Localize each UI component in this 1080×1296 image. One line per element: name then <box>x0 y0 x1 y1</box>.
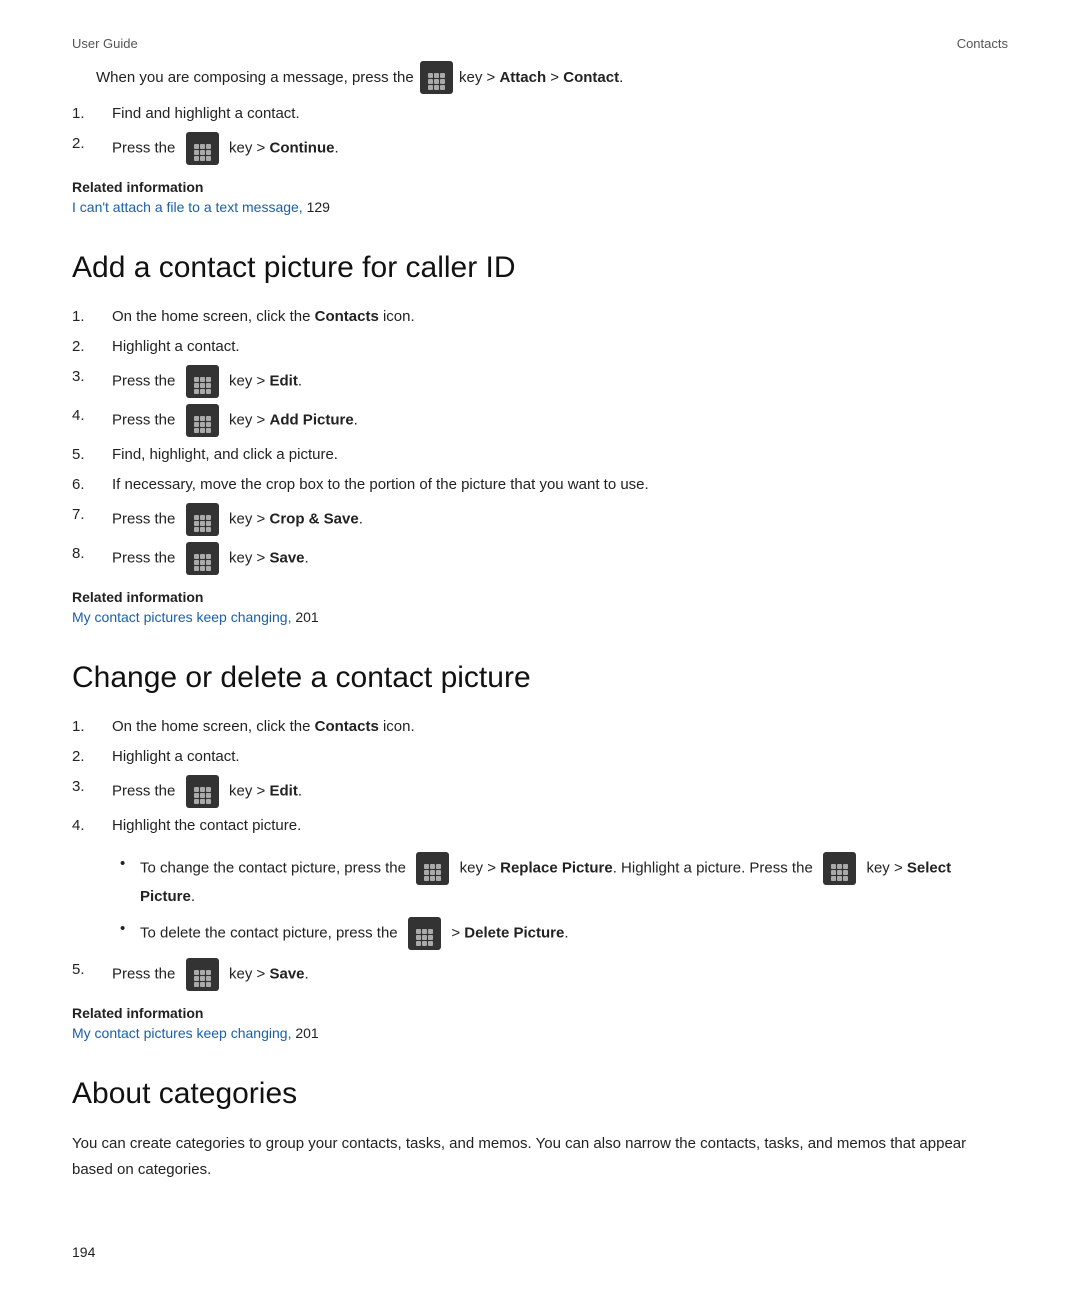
bb-key-icon <box>186 542 219 575</box>
bb-key-icon <box>186 775 219 808</box>
bb-key-icon <box>186 365 219 398</box>
page-header: User Guide Contacts <box>0 0 1080 61</box>
intro-step-0: When you are composing a message, press … <box>96 61 1008 94</box>
bb-key-icon <box>408 917 441 950</box>
section1-step-4: Press the key > Add Picture. <box>72 404 1008 437</box>
section2-list: On the home screen, click the Contacts i… <box>72 715 1008 838</box>
section2-step-3: Press the key > Edit. <box>72 775 1008 808</box>
related-info-1: Related information I can't attach a fil… <box>72 179 1008 216</box>
bb-key-icon <box>186 958 219 991</box>
section2-step5-list: Press the key > Save. <box>72 958 1008 991</box>
section2-bullet-1: To change the contact picture, press the… <box>120 852 1008 909</box>
section2-bullets: To change the contact picture, press the… <box>120 852 1008 950</box>
section1-step-5: Find, highlight, and click a picture. <box>72 443 1008 467</box>
related-link-1[interactable]: I can't attach a file to a text message, <box>72 199 303 215</box>
section1-step-7: Press the key > Crop & Save. <box>72 503 1008 536</box>
page-footer: 194 <box>72 1244 95 1260</box>
section2-step-5: Press the key > Save. <box>72 958 1008 991</box>
section3-title: About categories <box>72 1074 1008 1113</box>
page-number: 194 <box>72 1244 95 1260</box>
section1-title: Add a contact picture for caller ID <box>72 248 1008 287</box>
main-content: When you are composing a message, press … <box>0 61 1080 1252</box>
bb-key-icon <box>823 852 856 885</box>
bb-key-icon <box>186 404 219 437</box>
header-left: User Guide <box>72 36 138 51</box>
section1-step-3: Press the key > Edit. <box>72 365 1008 398</box>
bb-key-icon <box>416 852 449 885</box>
section1-step-8: Press the key > Save. <box>72 542 1008 575</box>
related-link-3[interactable]: My contact pictures keep changing, <box>72 1025 291 1041</box>
bb-key-icon <box>420 61 453 94</box>
bb-key-icon <box>186 132 219 165</box>
bb-key-icon <box>186 503 219 536</box>
section3-para: You can create categories to group your … <box>72 1131 1008 1182</box>
related-info-2: Related information My contact pictures … <box>72 589 1008 626</box>
section2-step-2: Highlight a contact. <box>72 745 1008 769</box>
header-right: Contacts <box>957 36 1008 51</box>
section2-title: Change or delete a contact picture <box>72 658 1008 697</box>
intro-step-1: Find and highlight a contact. <box>72 102 1008 126</box>
section2-bullet-2: To delete the contact picture, press the… <box>120 917 1008 950</box>
section1-step-1: On the home screen, click the Contacts i… <box>72 305 1008 329</box>
related-link-2[interactable]: My contact pictures keep changing, <box>72 609 291 625</box>
section1-list: On the home screen, click the Contacts i… <box>72 305 1008 575</box>
intro-list: Find and highlight a contact. Press the … <box>72 102 1008 165</box>
related-info-3: Related information My contact pictures … <box>72 1005 1008 1042</box>
intro-step-2: Press the key > Continue. <box>72 132 1008 165</box>
section2-step-4: Highlight the contact picture. <box>72 814 1008 838</box>
section1-step-6: If necessary, move the crop box to the p… <box>72 473 1008 497</box>
section2-step-1: On the home screen, click the Contacts i… <box>72 715 1008 739</box>
section1-step-2: Highlight a contact. <box>72 335 1008 359</box>
